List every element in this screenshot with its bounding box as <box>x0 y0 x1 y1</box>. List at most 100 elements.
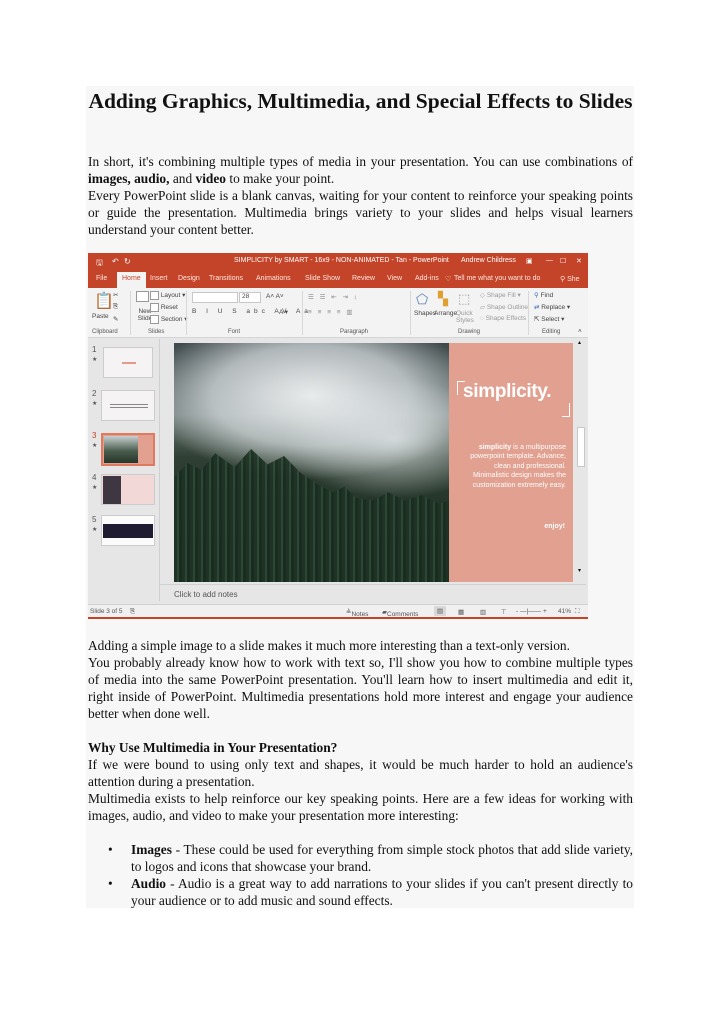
quick-styles-button[interactable]: Quick Styles <box>456 310 478 324</box>
arrange-icon[interactable]: ▚ <box>438 291 448 307</box>
paste-icon[interactable]: 📋 <box>94 291 114 311</box>
cut-icon[interactable]: ✂ <box>113 291 118 299</box>
reading-view-icon[interactable]: ▥ <box>480 608 486 616</box>
save-icon[interactable]: 🖫 <box>96 257 103 271</box>
slide-sorter-icon[interactable]: ▦ <box>458 608 464 616</box>
lightbulb-icon: ♡ <box>445 276 452 283</box>
slide-blurb[interactable]: simplicity is a multipurpose powerpoint … <box>459 443 566 490</box>
after-paragraph-2: You probably already know how to work wi… <box>88 655 633 721</box>
tab-insert[interactable]: Insert <box>150 275 168 282</box>
ribbon-display-icon[interactable]: ▣ <box>526 257 533 265</box>
paste-button[interactable]: Paste <box>92 313 109 320</box>
layout-button[interactable]: Layout ▾ <box>150 291 185 300</box>
tab-animations[interactable]: Animations <box>256 275 291 282</box>
slide-thumbnails-panel: 1 ★ 2 ★ 3 ★ 4 ★ 5 ★ <box>88 339 160 601</box>
new-slide-icon[interactable] <box>136 291 149 302</box>
arrange-button[interactable]: Arrange <box>434 310 457 317</box>
vertical-scrollbar[interactable]: ▴ ▾ <box>576 339 586 584</box>
spellcheck-icon[interactable]: ⎘ <box>130 608 135 616</box>
align-buttons[interactable]: ≡ ≡ ≡ ≡ ▥ <box>308 308 355 316</box>
shape-outline-button[interactable]: ▱ Shape Outline <box>480 303 528 311</box>
star-icon: ★ <box>92 527 98 533</box>
maximize-icon[interactable]: ☐ <box>560 257 566 265</box>
slide-brand-title[interactable]: simplicity. <box>463 381 552 403</box>
find-button[interactable]: ⚲ Find <box>534 291 553 299</box>
undo-icon[interactable]: ↶ <box>112 257 119 266</box>
section-paragraph-1: If we were bound to using only text and … <box>88 757 633 789</box>
format-painter-icon[interactable]: ✎ <box>113 315 118 323</box>
thumb-number: 3 <box>92 431 97 440</box>
tab-view[interactable]: View <box>387 275 402 282</box>
shapes-button[interactable]: Shapes <box>414 310 436 317</box>
bullet-list-section: Images - These could be used for everyth… <box>88 841 633 909</box>
star-icon: ★ <box>92 401 98 407</box>
quick-styles-icon[interactable]: ⬚ <box>458 291 470 307</box>
slide-enjoy[interactable]: enjoy! <box>544 523 565 530</box>
thumb-number: 4 <box>92 473 97 482</box>
user-name[interactable]: Andrew Childress <box>461 257 516 264</box>
group-font: Font <box>228 329 241 335</box>
fit-slide-icon[interactable]: ⛶ <box>575 608 580 616</box>
normal-view-icon[interactable]: ▤ <box>434 606 447 616</box>
page-title: Adding Graphics, Multimedia, and Special… <box>88 89 633 113</box>
tab-review[interactable]: Review <box>352 275 375 282</box>
minimize-icon[interactable]: — <box>546 257 553 264</box>
select-button[interactable]: ⇱ Select ▾ <box>534 315 564 323</box>
scroll-down-icon[interactable]: ▾ <box>578 567 581 574</box>
window-title: SIMPLICITY by SMART - 16x9 - NON-ANIMATE… <box>234 257 449 264</box>
replace-button[interactable]: ⇄ Replace ▾ <box>534 303 570 311</box>
thumbnail-slide-2[interactable] <box>101 390 155 421</box>
thumbnail-slide-4[interactable] <box>101 474 155 505</box>
shape-effects-button[interactable]: ◌ Shape Effects <box>480 315 526 322</box>
notes-pane[interactable]: Click to add notes <box>160 584 586 604</box>
zoom-slider[interactable]: - —|—— + <box>516 608 547 615</box>
font-format-buttons[interactable]: B I U S abc AV Aa <box>192 308 312 315</box>
reset-button[interactable]: Reset <box>150 303 178 312</box>
tell-me-input[interactable]: Tell me what you want to do <box>454 275 540 282</box>
collapse-ribbon-icon[interactable]: ˄ <box>578 328 582 335</box>
section-paragraph-2: Multimedia exists to help reinforce our … <box>88 791 633 823</box>
shape-fill-button[interactable]: ◇ Shape Fill ▾ <box>480 291 521 299</box>
tab-slide-show[interactable]: Slide Show <box>305 275 340 282</box>
star-icon: ★ <box>92 443 98 449</box>
thumbnail-slide-5[interactable] <box>101 515 155 546</box>
close-icon[interactable]: ✕ <box>576 257 582 265</box>
thumbnail-slide-1[interactable] <box>103 347 153 378</box>
star-icon: ★ <box>92 485 98 491</box>
redo-icon[interactable]: ↻ <box>124 257 131 266</box>
thumbnail-slide-3[interactable] <box>101 433 155 466</box>
list-item: Images - These could be used for everyth… <box>88 841 633 875</box>
zoom-level[interactable]: 41% <box>558 608 571 615</box>
tab-add-ins[interactable]: Add-ins <box>415 275 439 282</box>
slide-canvas[interactable]: simplicity. simplicity is a multipurpose… <box>174 343 573 582</box>
font-color-icon[interactable]: A ▾ <box>279 308 288 316</box>
comments-button[interactable]: ▰ Comments <box>382 608 418 618</box>
ribbon: 📋 Paste ✂ ⎘ ✎ Clipboard New Slide Layout… <box>88 288 588 338</box>
intro-paragraph-2: Every PowerPoint slide is a blank canvas… <box>88 188 633 237</box>
after-paragraph-1: Adding a simple image to a slide makes i… <box>88 638 570 653</box>
tab-design[interactable]: Design <box>178 275 200 282</box>
intro-paragraph-1: In short, it's combining multiple types … <box>88 154 633 186</box>
intro-section: In short, it's combining multiple types … <box>88 153 633 238</box>
list-buttons[interactable]: ☰ ☰ ⇤ ⇥ ↕ <box>308 293 359 301</box>
tab-transitions[interactable]: Transitions <box>209 275 243 282</box>
title-bar: 🖫 ↶ ↻ SIMPLICITY by SMART - 16x9 - NON-A… <box>88 253 588 270</box>
grow-font-icon[interactable]: A˄ A˅ <box>266 293 284 300</box>
tab-file[interactable]: File <box>96 275 107 282</box>
copy-icon[interactable]: ⎘ <box>113 303 118 311</box>
slide-count: Slide 3 of 5 <box>90 608 123 615</box>
forest-photo[interactable] <box>174 343 449 582</box>
share-button[interactable]: ⚲ She <box>560 275 580 283</box>
thumb-number: 1 <box>92 345 97 354</box>
tab-home[interactable]: Home <box>117 272 146 288</box>
group-drawing: Drawing <box>458 329 481 335</box>
slide-show-icon[interactable]: ⊤ <box>501 608 507 616</box>
font-size-input[interactable]: 28 <box>239 292 261 303</box>
scroll-up-icon[interactable]: ▴ <box>578 339 581 346</box>
shapes-icon[interactable]: ⬠ <box>416 291 428 308</box>
notes-button[interactable]: ≜ Notes <box>346 608 368 618</box>
section-button[interactable]: Section ▾ <box>150 315 188 324</box>
group-slides: Slides <box>148 329 165 335</box>
thumb-number: 5 <box>92 515 97 524</box>
font-name-input[interactable] <box>192 292 238 303</box>
